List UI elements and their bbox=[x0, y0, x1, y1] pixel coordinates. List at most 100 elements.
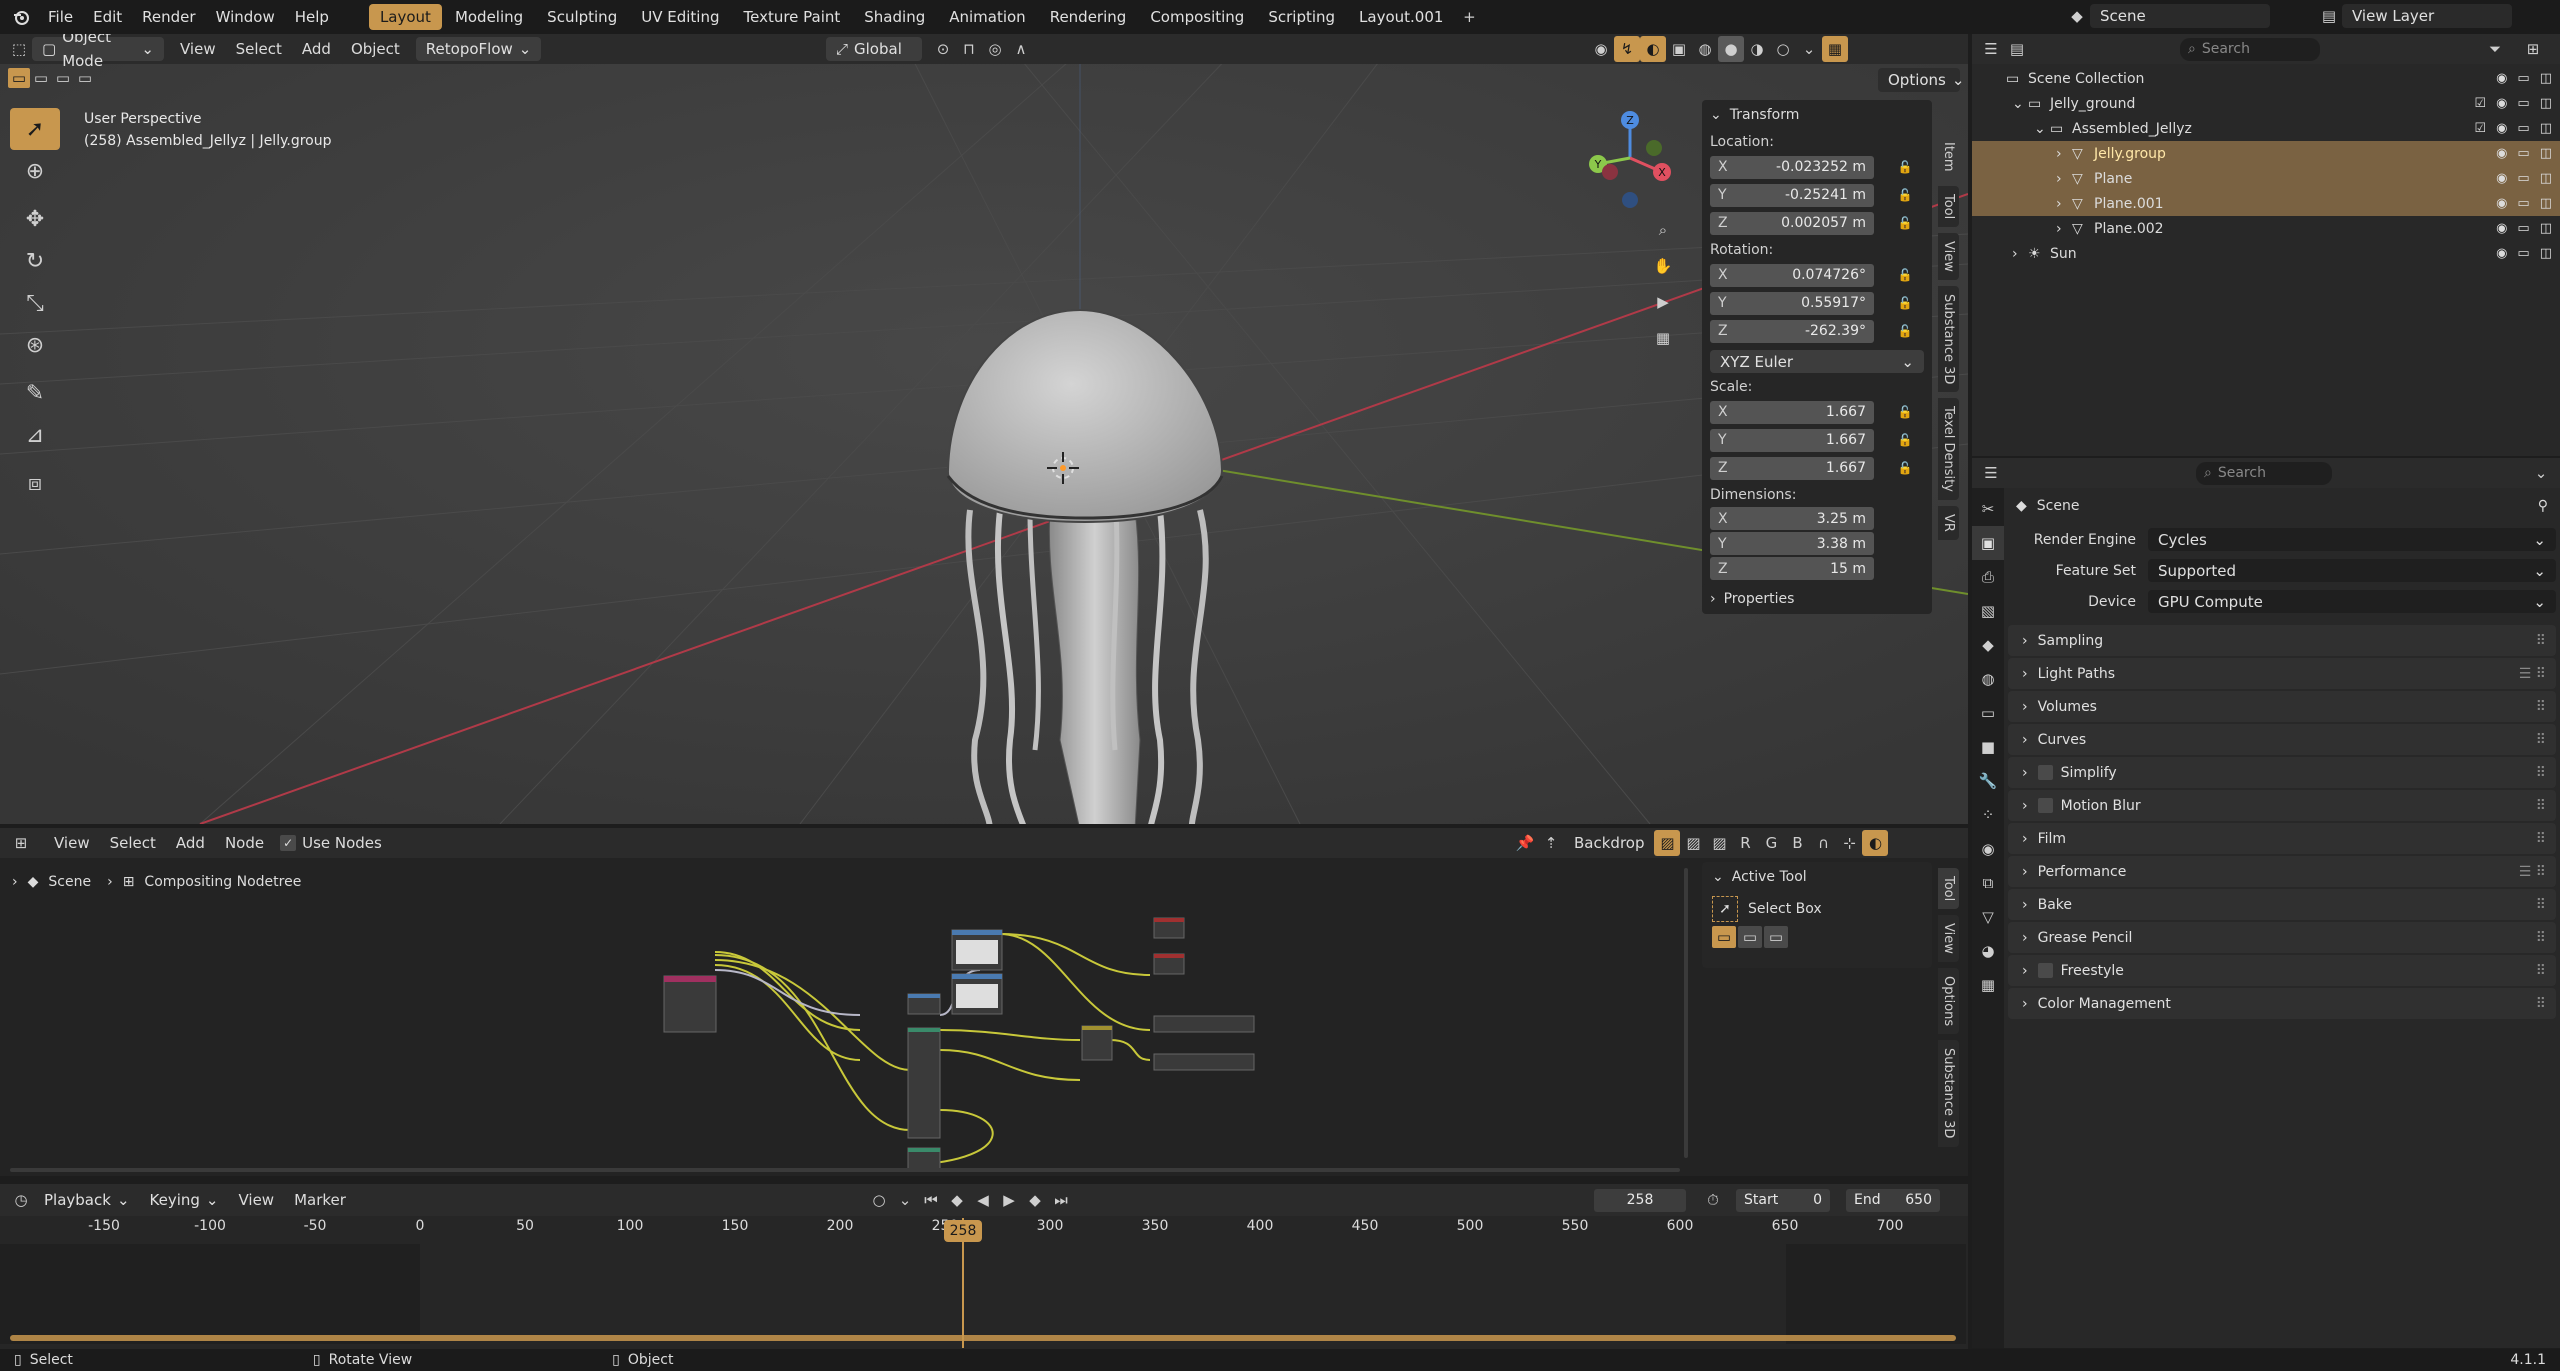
node-menu-view[interactable]: View bbox=[44, 829, 100, 857]
panel-performance[interactable]: › Performance ☰ ⠿ bbox=[2008, 856, 2556, 887]
node-output-1[interactable] bbox=[1153, 917, 1185, 939]
node-menu-add[interactable]: Add bbox=[166, 829, 215, 857]
menu-render[interactable]: Render bbox=[132, 0, 205, 34]
scene-selector[interactable]: ◆ Scene bbox=[2064, 3, 2270, 29]
record-icon[interactable]: ○ bbox=[866, 1187, 892, 1213]
chevron-right-icon[interactable]: › bbox=[2012, 246, 2028, 262]
material-icon[interactable]: ◕ bbox=[1972, 934, 2004, 968]
dimensions-x-field[interactable]: X 3.25 m bbox=[1710, 507, 1874, 530]
scale-y-field[interactable]: Y 1.667 bbox=[1710, 428, 1874, 452]
dimensions-z-field[interactable]: Z 15 m bbox=[1710, 557, 1874, 580]
outliner-item[interactable]: › ☀ Sun ◉ ▭ ◫ bbox=[1972, 241, 2560, 266]
retopoflow-menu[interactable]: RetopoFlow ⌄ bbox=[415, 37, 542, 61]
location-y-field[interactable]: Y -0.25241 m bbox=[1710, 183, 1874, 207]
render-disable-icon[interactable]: ◫ bbox=[2540, 96, 2552, 111]
render-disable-icon[interactable]: ◫ bbox=[2540, 196, 2552, 211]
tab-modeling[interactable]: Modeling bbox=[444, 4, 534, 30]
node-output-2[interactable] bbox=[1153, 953, 1185, 975]
scale-tool-icon[interactable]: ⤡ bbox=[10, 282, 60, 324]
render-disable-icon[interactable]: ◫ bbox=[2540, 171, 2552, 186]
rotation-mode-dropdown[interactable]: XYZ Euler ⌄ bbox=[1710, 350, 1924, 373]
panel-motion-blur[interactable]: › Motion Blur ⠿ bbox=[2008, 790, 2556, 821]
select-extend-icon[interactable]: ▭ bbox=[30, 68, 52, 88]
tab-vr[interactable]: VR bbox=[1938, 506, 1959, 541]
viewport-menu-view[interactable]: View bbox=[170, 35, 226, 63]
tab-sculpting[interactable]: Sculpting bbox=[536, 4, 628, 30]
channel-b[interactable]: B bbox=[1784, 830, 1810, 856]
panel-enable-checkbox[interactable] bbox=[2037, 798, 2053, 813]
parent-tree-icon[interactable]: ⇡ bbox=[1538, 830, 1564, 856]
rotation-x-field[interactable]: X 0.074726° bbox=[1710, 263, 1874, 287]
use-nodes-toggle[interactable]: ✓ Use Nodes bbox=[280, 834, 382, 852]
viewport-menu-object[interactable]: Object bbox=[341, 35, 410, 63]
world-icon[interactable]: ◍ bbox=[1972, 662, 2004, 696]
viewport-disable-icon[interactable]: ▭ bbox=[2517, 221, 2529, 236]
lock-icon[interactable]: 🔓 bbox=[1892, 154, 1918, 180]
drag-handle-icon[interactable]: ⠿ bbox=[2536, 930, 2546, 946]
prev-keyframe-icon[interactable]: ◆ bbox=[944, 1187, 970, 1213]
display-mode-icon[interactable]: ▤ bbox=[2004, 36, 2030, 62]
viewport-disable-icon[interactable]: ▭ bbox=[2517, 96, 2529, 111]
object-icon[interactable]: ■ bbox=[1972, 730, 2004, 764]
playback-menu[interactable]: Playback ⌄ bbox=[34, 1188, 140, 1212]
drag-handle-icon[interactable]: ☰ ⠿ bbox=[2519, 864, 2546, 880]
tab-texel-density[interactable]: Texel Density bbox=[1938, 398, 1959, 501]
tab-substance-3d[interactable]: Substance 3D bbox=[1938, 1040, 1959, 1147]
transform-panel-header[interactable]: ⌄ Transform bbox=[1710, 100, 1924, 130]
editor-type-icon[interactable]: ☰ bbox=[1978, 36, 2004, 62]
outliner-item[interactable]: ⌄ ▭ Assembled_Jellyz ☑ ◉ ▭ ◫ bbox=[1972, 116, 2560, 141]
drag-handle-icon[interactable]: ☰ ⠿ bbox=[2519, 666, 2546, 682]
tab-item[interactable]: Item bbox=[1938, 134, 1959, 180]
timeline-editor[interactable]: ◷ Playback ⌄ Keying ⌄ View Marker ○ ⌄ ⏮ ◆ … bbox=[0, 1184, 1968, 1349]
viewport-disable-icon[interactable]: ▭ bbox=[2517, 71, 2529, 86]
node-mix-2[interactable] bbox=[1081, 1025, 1113, 1061]
tab-uv-editing[interactable]: UV Editing bbox=[630, 4, 730, 30]
eye-icon[interactable]: ◉ bbox=[2496, 246, 2507, 261]
select-box-tool-icon[interactable]: ➚ bbox=[10, 108, 60, 150]
add-cube-tool-icon[interactable]: ⧈ bbox=[10, 462, 60, 504]
drag-handle-icon[interactable]: ⠿ bbox=[2536, 765, 2546, 781]
modifier-icon[interactable]: 🔧 bbox=[1972, 764, 2004, 798]
visibility-icon[interactable]: ◉ bbox=[1588, 36, 1614, 62]
outliner-item[interactable]: › ▽ Jelly.group ◉ ▭ ◫ bbox=[1972, 141, 2560, 166]
tab-options[interactable]: Options bbox=[1938, 968, 1959, 1035]
scene-icon[interactable]: ◆ bbox=[1972, 628, 2004, 662]
filter-icon[interactable]: ⏷ bbox=[2482, 36, 2508, 62]
location-z-field[interactable]: Z 0.002057 m bbox=[1710, 211, 1874, 235]
rotation-z-field[interactable]: Z -262.39° bbox=[1710, 319, 1874, 343]
node-file-output-2[interactable] bbox=[1153, 1053, 1255, 1071]
outliner-item[interactable]: ▭ Scene Collection ◉ ▭ ◫ bbox=[1972, 66, 2560, 91]
menu-edit[interactable]: Edit bbox=[83, 0, 132, 34]
render-disable-icon[interactable]: ◫ bbox=[2540, 71, 2552, 86]
tab-rendering[interactable]: Rendering bbox=[1039, 4, 1138, 30]
timeline-menu-view[interactable]: View bbox=[228, 1186, 284, 1214]
channel-g[interactable]: G bbox=[1758, 830, 1784, 856]
play-icon[interactable]: ▶ bbox=[996, 1187, 1022, 1213]
drag-handle-icon[interactable]: ⠿ bbox=[2536, 996, 2546, 1012]
node-render-layers[interactable] bbox=[663, 975, 717, 1033]
panel-color-management[interactable]: › Color Management ⠿ bbox=[2008, 988, 2556, 1019]
device-dropdown[interactable]: GPU Compute ⌄ bbox=[2148, 590, 2556, 613]
tab-animation[interactable]: Animation bbox=[938, 4, 1036, 30]
drag-handle-icon[interactable]: ⠿ bbox=[2536, 897, 2546, 913]
render-properties-icon[interactable]: ▣ bbox=[1972, 526, 2004, 560]
chevron-down-icon[interactable]: ⌄ bbox=[2034, 121, 2050, 137]
node-menu-node[interactable]: Node bbox=[215, 829, 274, 857]
panel-grease-pencil[interactable]: › Grease Pencil ⠿ bbox=[2008, 922, 2556, 953]
tab-shading[interactable]: Shading bbox=[853, 4, 936, 30]
options-dropdown[interactable]: Options ⌄ bbox=[1878, 68, 1964, 92]
panel-sampling[interactable]: › Sampling ⠿ bbox=[2008, 625, 2556, 656]
drag-handle-icon[interactable]: ⠿ bbox=[2536, 699, 2546, 715]
render-disable-icon[interactable]: ◫ bbox=[2540, 246, 2552, 261]
drag-handle-icon[interactable]: ⠿ bbox=[2536, 732, 2546, 748]
tab-scripting[interactable]: Scripting bbox=[1257, 4, 1346, 30]
navigation-gizmo[interactable]: Z X Y bbox=[1580, 108, 1690, 218]
outliner-search[interactable]: ⌕ Search bbox=[2180, 37, 2320, 61]
tab-layout-001[interactable]: Layout.001 bbox=[1348, 4, 1454, 30]
feature-set-dropdown[interactable]: Supported ⌄ bbox=[2148, 559, 2556, 582]
panel-freestyle[interactable]: › Freestyle ⠿ bbox=[2008, 955, 2556, 986]
particles-icon[interactable]: ⁘ bbox=[1972, 798, 2004, 832]
gizmo-toggle-icon[interactable]: ↯ bbox=[1614, 36, 1640, 62]
viewport-3d[interactable]: ⬚ ▢ Object Mode ⌄ View Select Add Object R… bbox=[0, 34, 1968, 824]
eye-icon[interactable]: ◉ bbox=[2496, 196, 2507, 211]
